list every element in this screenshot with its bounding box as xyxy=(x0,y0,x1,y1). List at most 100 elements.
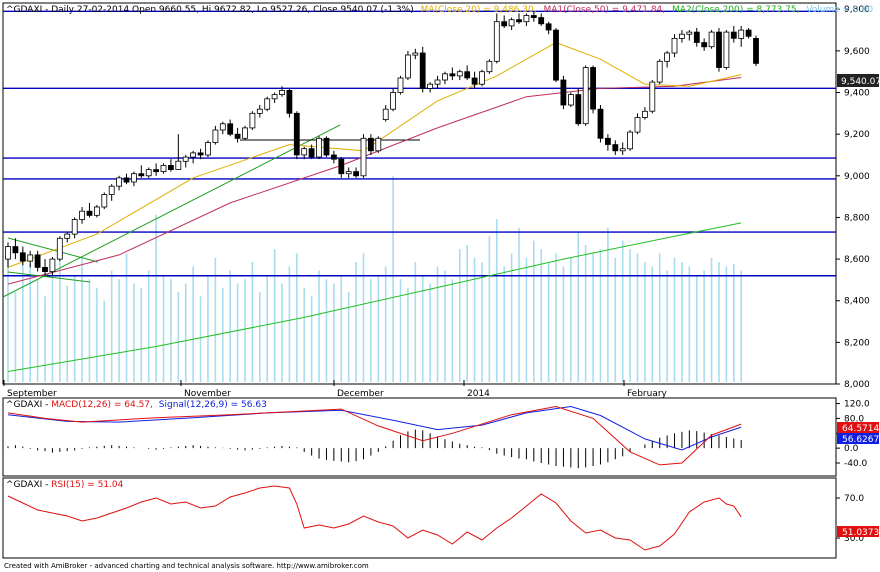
price-tick-label: 9,200 xyxy=(844,130,870,140)
candle-body xyxy=(182,156,189,162)
candle-body xyxy=(5,246,11,260)
candle-body xyxy=(479,71,485,85)
candle-body xyxy=(412,52,419,56)
candle-body xyxy=(738,29,745,39)
candle-body xyxy=(390,92,397,110)
candle-body xyxy=(627,131,633,150)
candle-body xyxy=(671,38,678,54)
candle-body xyxy=(42,266,48,272)
candle-body xyxy=(686,31,693,35)
candle-body xyxy=(286,90,293,114)
candle-body xyxy=(330,154,337,160)
candle-body xyxy=(323,137,330,156)
candle-body xyxy=(493,21,500,62)
last-price-tag: 9,540.07 xyxy=(837,74,880,87)
candle-body xyxy=(656,60,663,83)
candle-body xyxy=(664,52,670,62)
candle-body xyxy=(123,177,130,183)
candle-body xyxy=(167,164,174,170)
candle-body xyxy=(404,54,411,79)
candle-body xyxy=(538,17,545,25)
candle-body xyxy=(175,160,182,170)
candle-body xyxy=(101,194,108,208)
price-y-axis: 9,8009,6009,4009,2009,0008,8008,6008,400… xyxy=(836,5,870,390)
footer-credit: Created with AmiBroker - advanced charti… xyxy=(4,562,369,570)
candle-body xyxy=(419,52,426,89)
candle-body xyxy=(590,67,596,110)
candle-body xyxy=(612,144,619,152)
candle-body xyxy=(730,31,737,39)
candle-body xyxy=(138,173,145,177)
macd-label: MACD(12,26) = 64.57, xyxy=(51,400,153,410)
candle-body xyxy=(19,252,26,262)
candle-body xyxy=(12,246,19,254)
candle-body xyxy=(130,173,137,183)
candle-body xyxy=(427,83,434,89)
candle-body xyxy=(360,137,367,177)
candle-body xyxy=(256,108,263,114)
candle-body xyxy=(545,23,552,31)
candle-body xyxy=(212,129,219,143)
candle-body xyxy=(190,152,197,158)
candle-body xyxy=(353,171,360,177)
rsi-value-tag: 51.0373 xyxy=(837,526,879,538)
candle-body xyxy=(279,90,285,96)
price-header: ^GDAXI - Daily 27-02-2014 Open 9660.55, … xyxy=(6,5,873,15)
price-tick-label: 8,000 xyxy=(844,380,870,390)
candle-body xyxy=(234,133,241,139)
candle-body xyxy=(382,108,389,120)
macd-prefix: ^GDAXI - xyxy=(6,400,51,410)
rsi-tick-label: 70.0 xyxy=(844,494,864,504)
candle-body xyxy=(160,164,167,172)
macd-header: ^GDAXI - MACD(12,26) = 64.57, Signal(12,… xyxy=(6,400,267,410)
candle-body xyxy=(471,77,478,85)
rsi-label: RSI(15) = 51.04 xyxy=(51,480,123,490)
candle-body xyxy=(94,206,100,216)
candle-body xyxy=(197,152,204,156)
candle-body xyxy=(249,112,256,129)
price-tick-label: 8,200 xyxy=(844,338,870,348)
candle-body xyxy=(501,21,508,27)
signal-label: Signal(12,26,9) = 56.63 xyxy=(159,400,267,410)
candle-body xyxy=(568,94,574,106)
candle-body xyxy=(271,94,278,100)
candle-body xyxy=(153,169,160,173)
symbol-line: ^GDAXI - Daily 27-02-2014 Open 9660.55, … xyxy=(6,5,414,15)
rsi-prefix: ^GDAXI - xyxy=(6,480,51,490)
candle-body xyxy=(464,71,471,79)
candle-body xyxy=(227,123,234,135)
candle-body xyxy=(516,19,522,23)
price-tick-label: 9,000 xyxy=(844,172,870,182)
candle-body xyxy=(619,148,626,152)
candle-body xyxy=(753,38,759,64)
candle-body xyxy=(745,29,752,37)
candle-body xyxy=(449,73,456,77)
candle-body xyxy=(345,171,352,175)
rsi-value: 51.0373 xyxy=(842,528,879,538)
candle-body xyxy=(649,81,656,112)
macd-tick-label: 120.0 xyxy=(844,400,870,410)
ma50-label: MA1(Close,50) = 9,471.84, xyxy=(543,5,665,15)
candle-body xyxy=(205,142,211,156)
candle-body xyxy=(264,98,271,110)
candle-body xyxy=(723,31,730,68)
macd-value: 64.5714 xyxy=(842,424,879,434)
candle-body xyxy=(708,31,715,48)
candle-body xyxy=(64,233,71,239)
candle-body xyxy=(442,73,448,81)
candle-body xyxy=(367,137,374,152)
macd-value-tag: 64.5714 56.6267 xyxy=(837,422,879,445)
last-price-value: 9,540.07 xyxy=(841,77,880,87)
candle-body xyxy=(308,148,315,158)
price-tick-label: 8,800 xyxy=(844,213,870,223)
price-tick-label: 9,400 xyxy=(844,89,870,99)
ma200-label: MA2(Close,200) = 8,773.75, xyxy=(672,5,799,15)
ma20-label: MA(Close,20) = 9,486.30, xyxy=(421,5,537,15)
candle-body xyxy=(679,33,685,39)
candle-body xyxy=(49,258,56,273)
rsi-header: ^GDAXI - RSI(15) = 51.04 xyxy=(6,480,124,490)
price-tick-label: 9,600 xyxy=(844,47,870,57)
candle-body xyxy=(605,137,611,145)
candle-body xyxy=(634,117,641,133)
candle-body xyxy=(716,31,722,68)
